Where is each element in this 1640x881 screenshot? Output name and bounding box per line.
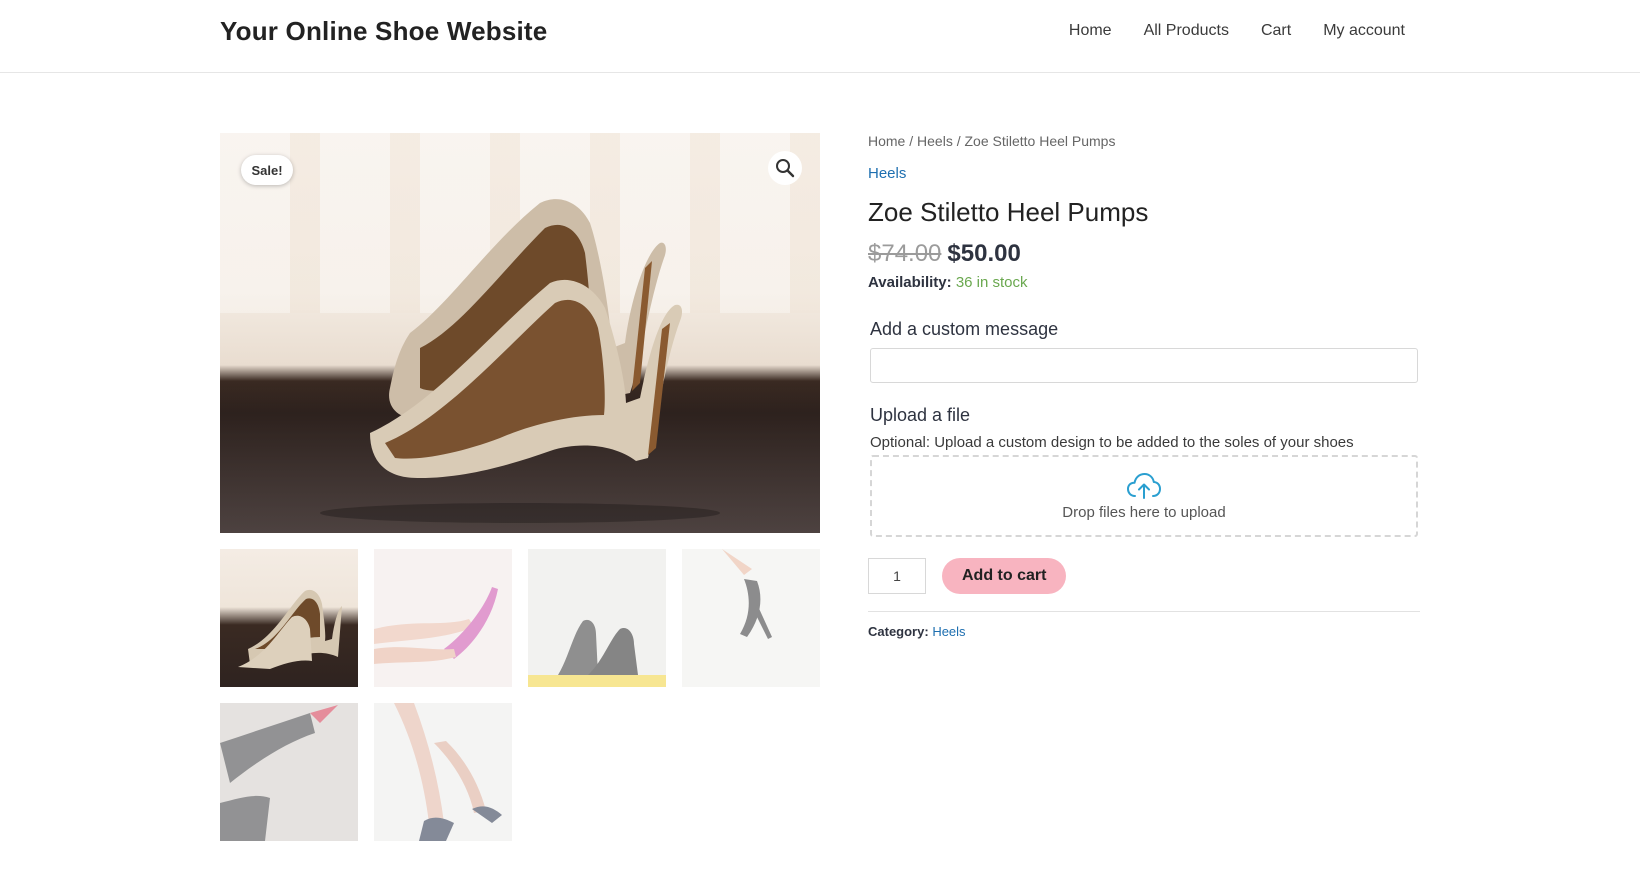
availability: Availability: 36 in stock [868,274,1422,291]
breadcrumb-separator: / [909,133,914,149]
thumbnail-3[interactable] [528,549,666,687]
file-dropzone[interactable]: Drop files here to upload [870,455,1418,537]
site-header: Your Online Shoe Website Home All Produc… [0,0,1640,73]
upload-help-text: Optional: Upload a custom design to be a… [870,434,1354,451]
quantity-input[interactable]: 1 [868,558,926,594]
custom-message-input[interactable] [870,348,1418,383]
main-product-image[interactable]: Sale! [220,133,820,533]
thumbnail-2[interactable] [374,549,512,687]
upload-label: Upload a file [870,405,971,425]
product-title: Zoe Stiletto Heel Pumps [868,197,1149,227]
divider [868,611,1420,612]
thumbnail-image [528,619,666,687]
thumbnail-image [374,587,498,664]
category-label: Category: [868,624,929,639]
price: $74.00 $50.00 [868,240,1422,268]
breadcrumb-heels[interactable]: Heels [917,133,953,149]
nav-home[interactable]: Home [1069,22,1112,40]
category-link[interactable]: Heels [868,165,906,182]
add-to-cart-row: 1 Add to cart [868,558,1422,594]
nav-cart[interactable]: Cart [1261,22,1291,40]
product-gallery: Sale! [220,133,820,841]
custom-message-label: Add a custom message [870,319,1059,339]
dropzone-text: Drop files here to upload [1062,503,1226,521]
category-meta-link[interactable]: Heels [932,624,965,639]
breadcrumb-separator: / [956,133,961,149]
thumbnail-1[interactable] [220,549,358,687]
product-meta: Category: Heels [868,624,1422,639]
thumbnail-list [220,549,820,841]
availability-label: Availability: [868,274,952,291]
sale-badge: Sale! [241,155,293,185]
nav-my-account[interactable]: My account [1323,22,1405,40]
thumbnail-6[interactable] [374,703,512,841]
thumbnail-image [394,703,502,841]
heels-photo [320,199,720,523]
main-nav: Home All Products Cart My account [1069,22,1405,40]
site-title[interactable]: Your Online Shoe Website [220,16,547,47]
thumbnail-5[interactable] [220,703,358,841]
search-icon [776,159,795,178]
thumbnail-image [722,549,772,639]
sale-price: $50.00 [947,240,1021,267]
breadcrumb-current: Zoe Stiletto Heel Pumps [964,133,1116,149]
thumbnail-4[interactable] [682,549,820,687]
thumbnail-image [238,589,342,669]
breadcrumb-home[interactable]: Home [868,133,905,149]
old-price: $74.00 [868,240,942,267]
add-to-cart-button[interactable]: Add to cart [942,558,1067,594]
nav-all-products[interactable]: All Products [1144,22,1229,40]
product-summary: Home / Heels / Zoe Stiletto Heel Pumps H… [868,133,1422,639]
breadcrumb: Home / Heels / Zoe Stiletto Heel Pumps [868,133,1422,149]
zoom-button[interactable] [768,151,802,185]
stock-status: 36 in stock [955,274,1028,291]
cloud-upload-icon [1127,472,1161,499]
thumbnail-image [220,705,338,841]
